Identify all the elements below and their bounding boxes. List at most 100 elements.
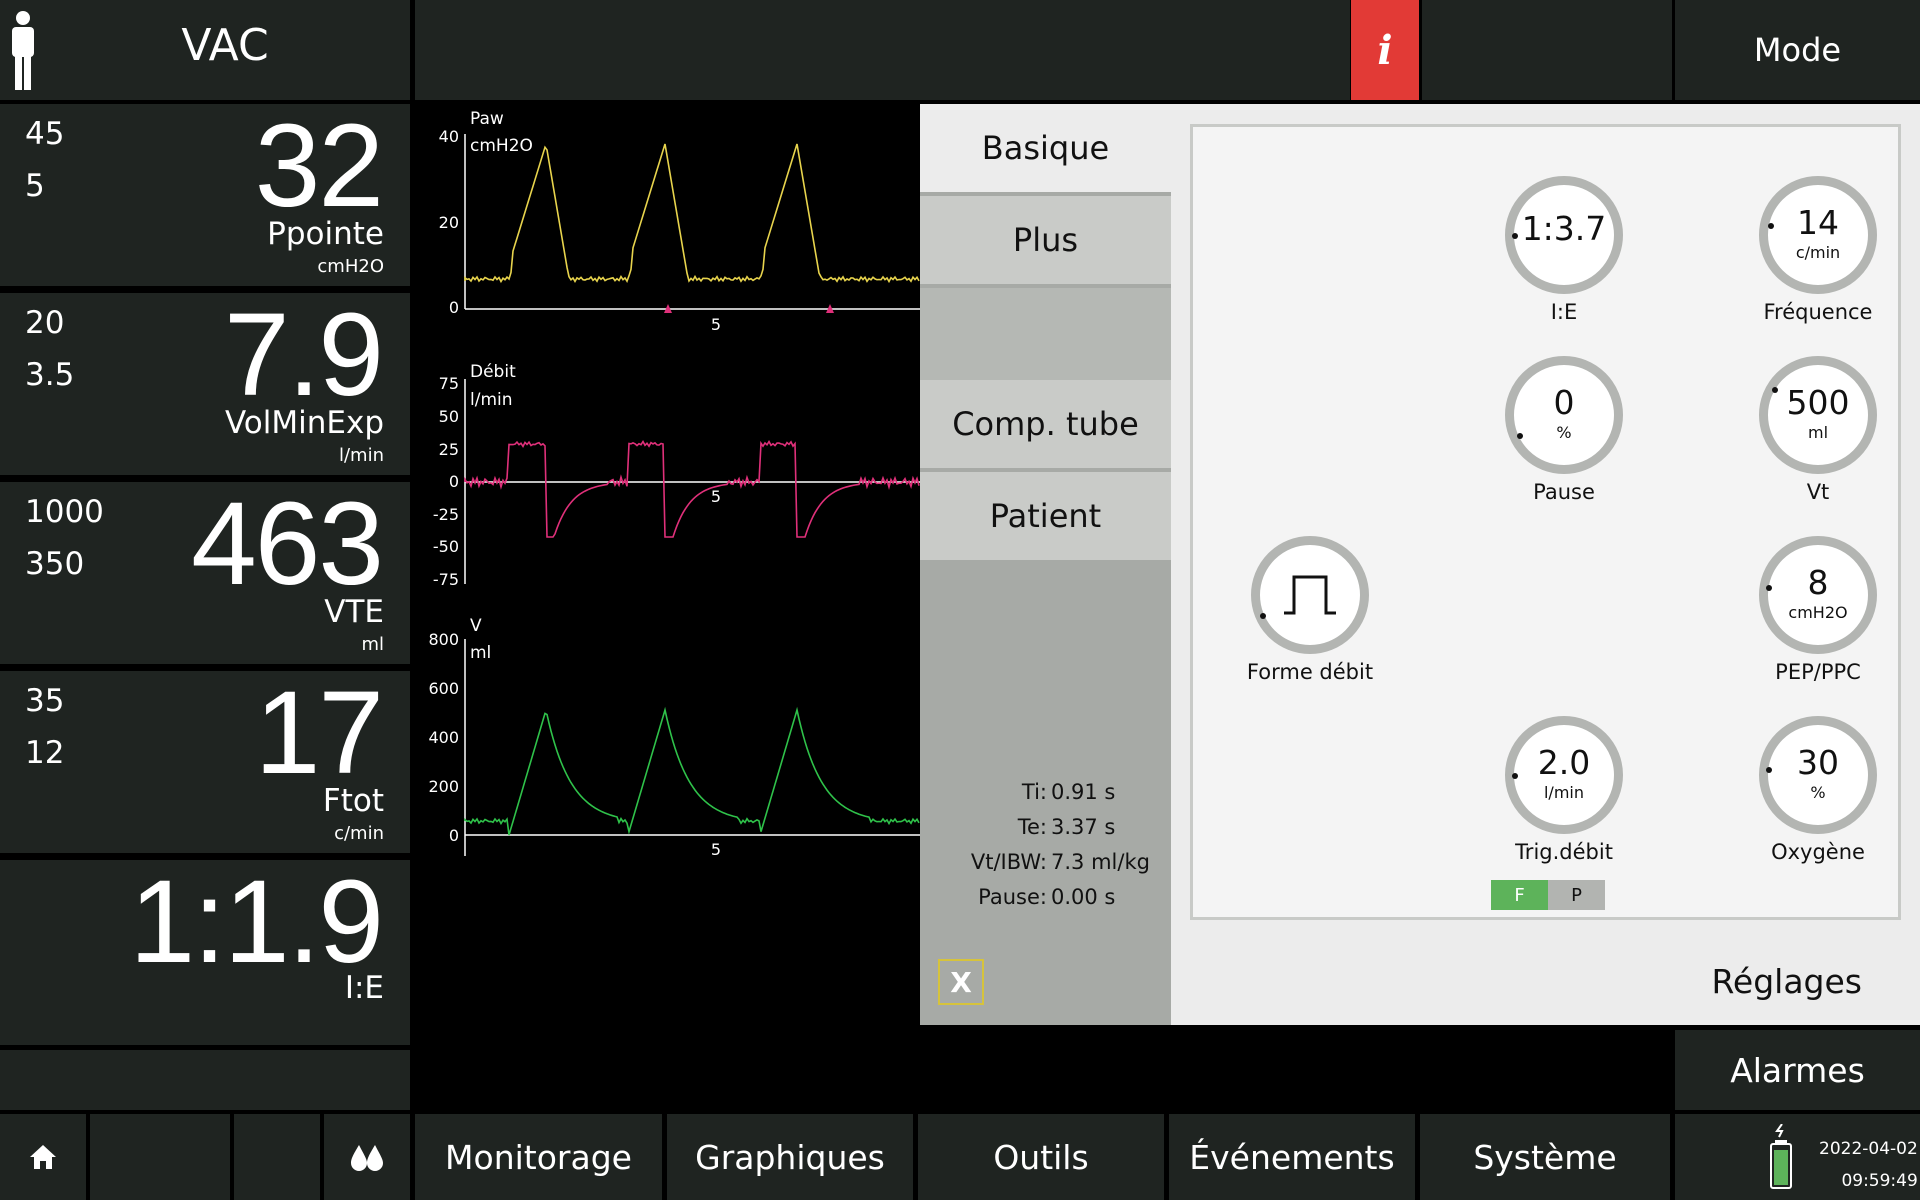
graph-name: V <box>470 616 482 636</box>
knob-label: I:E <box>1550 300 1578 324</box>
close-button[interactable]: X <box>938 959 984 1005</box>
y-tick: 600 <box>428 679 459 698</box>
mode-button[interactable]: Mode <box>1675 0 1920 100</box>
mode-name: VAC <box>181 20 269 71</box>
y-tick: 20 <box>439 213 459 232</box>
nav-graphiques[interactable]: Graphiques <box>667 1114 913 1200</box>
y-tick: 0 <box>449 472 459 491</box>
knob-value: 2.0 <box>1537 743 1591 782</box>
knob-trig-debit[interactable]: 2.0 l/min Trig.débit <box>1484 716 1644 864</box>
tab-plus[interactable]: Plus <box>920 196 1171 284</box>
knob-unit: cmH2O <box>1788 603 1848 622</box>
dial: 500 ml <box>1759 356 1877 474</box>
parameter-tile-ppointe[interactable]: 45 5 32 Ppointe cmH2O <box>0 100 410 286</box>
y-tick: 800 <box>428 630 459 649</box>
y-tick: 400 <box>428 728 459 747</box>
knob-unit: l/min <box>1543 783 1584 802</box>
adult-patient-icon <box>12 11 34 90</box>
parameter-tile-ie[interactable]: 1:1.9 I:E <box>0 856 410 1045</box>
nav-evenements[interactable]: Événements <box>1169 1114 1415 1200</box>
x-tick: 5 <box>711 487 721 506</box>
parameter-name: VolMinExp <box>225 405 384 441</box>
y-tick: 40 <box>439 127 459 146</box>
tab-basique[interactable]: Basique <box>920 104 1171 192</box>
knob-label: Vt <box>1806 480 1830 504</box>
nav-outils[interactable]: Outils <box>918 1114 1164 1200</box>
trigger-pressure-option[interactable]: P <box>1548 880 1605 910</box>
flow-waveform <box>464 440 920 538</box>
x-tick: 5 <box>711 315 721 334</box>
dial <box>1251 536 1369 654</box>
knob-vt[interactable]: 500 ml Vt <box>1738 356 1898 504</box>
knob-label: Fréquence <box>1763 300 1873 324</box>
top-status-area <box>1422 0 1672 100</box>
graph-unit: cmH2O <box>470 136 533 156</box>
parameter-tile-vte[interactable]: 1000 350 463 VTE ml <box>0 478 410 664</box>
info-te: Te: 3.37 s <box>1017 815 1116 839</box>
drops-icon <box>351 1145 383 1171</box>
quick-key-1[interactable] <box>90 1114 230 1200</box>
volume-graph: V ml 800 600 400 200 0 5 <box>428 616 920 859</box>
knob-ie[interactable]: 1:3.7 I:E <box>1484 176 1644 324</box>
knob-pep[interactable]: 8 cmH2O PEP/PPC <box>1738 536 1898 684</box>
knob-label: Oxygène <box>1771 840 1865 864</box>
knob-forme-debit[interactable]: Forme débit <box>1230 536 1390 684</box>
parameter-unit: c/min <box>334 823 384 844</box>
y-tick: 200 <box>428 777 459 796</box>
graph-name: Paw <box>470 109 504 129</box>
parameter-value: 17 <box>254 667 384 799</box>
top-message-bar <box>415 0 1350 100</box>
battery-icon <box>1770 1124 1792 1189</box>
nav-systeme[interactable]: Système <box>1420 1114 1670 1200</box>
knob-value: 500 <box>1786 383 1850 422</box>
time: 09:59:49 <box>1841 1171 1918 1191</box>
pressure-graph: Paw cmH2O 40 20 0 5 <box>439 109 920 334</box>
knob-frequence[interactable]: 14 c/min Fréquence <box>1738 176 1898 324</box>
knob-pause[interactable]: 0 % Pause <box>1484 356 1644 504</box>
square-flow-icon <box>1284 575 1336 615</box>
home-button[interactable] <box>0 1114 86 1200</box>
parameter-name: Ftot <box>322 783 384 819</box>
info-ti: Ti: 0.91 s <box>1021 780 1116 804</box>
trigger-type-toggle[interactable]: F P <box>1491 880 1605 910</box>
quick-key-2[interactable] <box>234 1114 320 1200</box>
dial: 1:3.7 <box>1505 176 1623 294</box>
dial: 14 c/min <box>1759 176 1877 294</box>
alarmes-button[interactable]: Alarmes <box>1675 1030 1920 1110</box>
knob-unit: % <box>1556 423 1572 442</box>
parameter-name: Ppointe <box>267 216 384 252</box>
upper-limit: 35 <box>25 683 65 719</box>
nebulizer-button[interactable] <box>324 1114 410 1200</box>
knob-value: 14 <box>1797 203 1839 242</box>
parameter-unit: ml <box>361 634 384 655</box>
tab-comp-tube[interactable]: Comp. tube <box>920 380 1171 468</box>
parameter-tile-volminexp[interactable]: 20 3.5 7.9 VolMinExp l/min <box>0 289 410 475</box>
dial: 30 % <box>1759 716 1877 834</box>
timing-info: Ti: 0.91 s Te: 3.37 s Vt/IBW: 7.3 ml/kg Pau… <box>920 780 1171 920</box>
upper-limit: 20 <box>25 305 65 341</box>
parameter-value: 7.9 <box>223 289 384 421</box>
waveform-area[interactable]: Paw cmH2O 40 20 0 5 Débit l/min 75 50 25… <box>415 104 920 904</box>
date: 2022-04-02 <box>1819 1139 1918 1159</box>
ventilation-mode-box[interactable]: VAC <box>0 0 410 100</box>
upper-limit: 1000 <box>25 494 104 530</box>
graph-unit: ml <box>470 643 491 663</box>
knob-unit: ml <box>1807 423 1829 442</box>
dial: 8 cmH2O <box>1759 536 1877 654</box>
graph-name: Débit <box>470 362 516 382</box>
y-tick: 25 <box>439 440 459 459</box>
nav-monitorage[interactable]: Monitorage <box>415 1114 662 1200</box>
graph-unit: l/min <box>470 390 513 410</box>
knob-oxygene[interactable]: 30 % Oxygène <box>1738 716 1898 864</box>
y-tick: -50 <box>433 537 459 556</box>
trigger-flow-option[interactable]: F <box>1491 880 1548 910</box>
empty-tile <box>0 1050 410 1110</box>
tab-patient[interactable]: Patient <box>920 472 1171 560</box>
parameter-tile-ftot[interactable]: 35 12 17 Ftot c/min <box>0 667 410 853</box>
knob-unit: % <box>1810 783 1826 802</box>
knob-value: 8 <box>1807 563 1829 602</box>
date-time: 2022-04-02 09:59:49 <box>1819 1133 1918 1197</box>
info-pause: Pause: 0.00 s <box>978 885 1116 909</box>
info-button[interactable]: i <box>1351 0 1419 100</box>
knob-label: PEP/PPC <box>1775 660 1861 684</box>
